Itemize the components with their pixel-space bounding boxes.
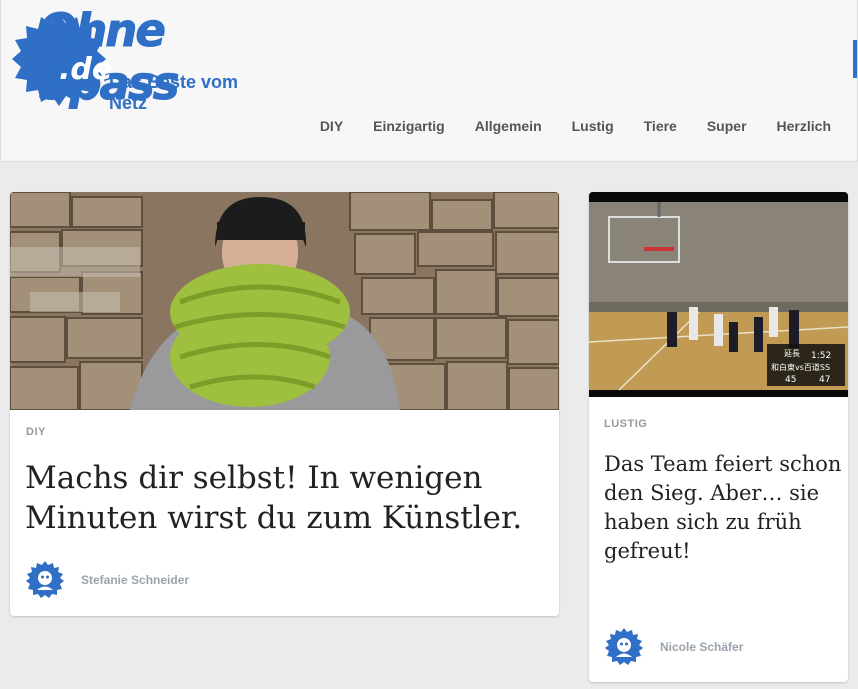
author-name[interactable]: Nicole Schäfer xyxy=(660,640,743,654)
site-header: Ohne Spass .de Das Beste vom Netz DIY Ei… xyxy=(0,0,858,162)
article-title[interactable]: Das Team feiert schon den Sieg. Aber… si… xyxy=(604,450,844,566)
site-logo[interactable]: Ohne Spass .de Das Beste vom Netz xyxy=(11,4,281,113)
logo-domain: .de xyxy=(59,52,113,87)
author-avatar-icon xyxy=(26,561,64,598)
article-image[interactable] xyxy=(10,192,559,410)
woman-scarf-photo xyxy=(10,192,559,410)
score-away: 47 xyxy=(819,375,830,385)
article-author[interactable]: Nicole Schäfer xyxy=(604,627,743,667)
header-accent-bar xyxy=(853,40,857,78)
score-teams: 和白東vs百道SS xyxy=(771,362,830,372)
nav-item-tiere[interactable]: Tiere xyxy=(644,118,677,134)
basketball-photo: 延長 1:52 和白東vs百道SS 45 47 xyxy=(589,192,848,397)
score-home: 45 xyxy=(785,375,796,385)
nav-item-einzigartig[interactable]: Einzigartig xyxy=(373,118,445,134)
article-title[interactable]: Machs dir selbst! In wenigen Minuten wir… xyxy=(25,458,545,538)
article-category[interactable]: DIY xyxy=(26,426,46,438)
nav-item-diy[interactable]: DIY xyxy=(320,118,343,134)
score-overtime: 延長 xyxy=(784,348,800,358)
article-author[interactable]: Stefanie Schneider xyxy=(25,560,189,600)
article-category[interactable]: LUSTIG xyxy=(604,418,647,430)
nav-item-super[interactable]: Super xyxy=(707,118,747,134)
article-card[interactable]: 延長 1:52 和白東vs百道SS 45 47 LUSTIG Das Team … xyxy=(589,192,848,682)
author-name[interactable]: Stefanie Schneider xyxy=(81,573,189,587)
article-card[interactable]: DIY Machs dir selbst! In wenigen Minuten… xyxy=(10,192,559,616)
logo-tagline: Das Beste vom Netz xyxy=(109,72,239,113)
nav-item-allgemein[interactable]: Allgemein xyxy=(475,118,542,134)
author-avatar-icon xyxy=(605,628,643,665)
nav-item-herzlich[interactable]: Herzlich xyxy=(777,118,831,134)
article-image[interactable]: 延長 1:52 和白東vs百道SS 45 47 xyxy=(589,192,848,397)
main-nav: DIY Einzigartig Allgemein Lustig Tiere S… xyxy=(290,118,831,134)
score-clock: 1:52 xyxy=(811,351,831,361)
nav-item-lustig[interactable]: Lustig xyxy=(572,118,614,134)
